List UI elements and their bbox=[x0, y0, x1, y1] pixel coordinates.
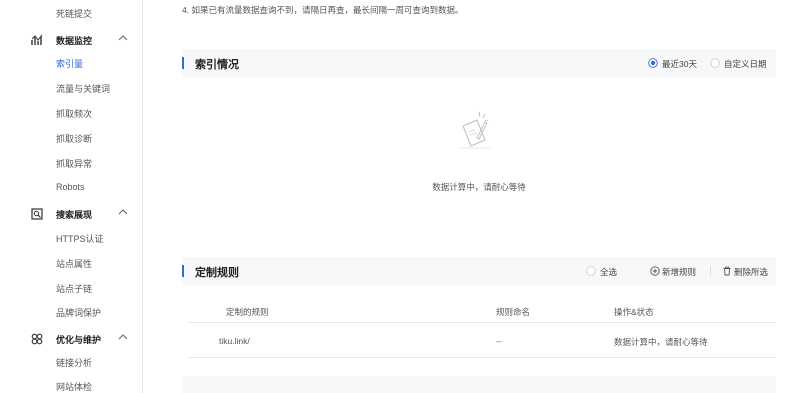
chart-icon bbox=[31, 34, 43, 45]
tip-text: 4. 如果已有流量数据查询不到，请隔日再查，最长间隔一周可查询到数据。 bbox=[182, 5, 464, 15]
next-panel-header bbox=[182, 376, 776, 393]
sidebar-group-label: 数据监控 bbox=[56, 36, 93, 46]
sidebar-item-crawl-diagnosis[interactable]: 抓取诊断 bbox=[56, 132, 92, 145]
sidebar-item-site-checkup[interactable]: 网站体检 bbox=[56, 380, 92, 393]
radio-custom-date[interactable] bbox=[710, 58, 720, 68]
sidebar-group-data-monitoring[interactable]: 数据监控 bbox=[0, 31, 142, 49]
add-circle-icon[interactable] bbox=[650, 266, 660, 276]
sidebar-item-site-attributes[interactable]: 站点属性 bbox=[56, 257, 92, 270]
chevron-up-icon[interactable] bbox=[118, 332, 128, 342]
action-divider bbox=[710, 266, 711, 276]
chevron-up-icon[interactable] bbox=[118, 33, 128, 43]
title-accent-bar bbox=[182, 57, 184, 69]
sidebar-item-link-analysis[interactable]: 链接分析 bbox=[56, 356, 92, 369]
empty-state-text: 数据计算中，请耐心等待 bbox=[432, 182, 526, 192]
sidebar-item-brand-protection[interactable]: 品牌词保护 bbox=[56, 306, 101, 319]
radio-custom-date-label[interactable]: 自定义日期 bbox=[724, 58, 767, 70]
rules-panel-header: 定制规则 全选 新增规则 删除所选 bbox=[182, 257, 776, 285]
rule-cell: tiku.link/ bbox=[219, 336, 250, 346]
table-divider bbox=[188, 357, 776, 358]
sidebar: 死链提交 数据监控 索引量 流量与关键词 抓取频次 抓取诊断 抓取异常 Robo… bbox=[0, 0, 143, 393]
sidebar-item-https-auth[interactable]: HTTPS认证 bbox=[56, 232, 104, 245]
delete-selected-button[interactable]: 删除所选 bbox=[734, 266, 768, 278]
radio-last-30-days[interactable] bbox=[648, 58, 658, 68]
index-panel-header: 索引情况 最近30天 自定义日期 bbox=[182, 49, 776, 77]
sidebar-item-robots[interactable]: Robots bbox=[56, 182, 85, 192]
radio-last-30-days-label[interactable]: 最近30天 bbox=[662, 58, 697, 70]
sidebar-item-crawl-errors[interactable]: 抓取异常 bbox=[56, 157, 92, 170]
sidebar-group-label: 搜索展现 bbox=[56, 210, 93, 220]
sidebar-item-traffic-keywords[interactable]: 流量与关键词 bbox=[56, 82, 110, 95]
select-all-label[interactable]: 全选 bbox=[600, 266, 617, 278]
rule-status-cell: 数据计算中，请耐心等待 bbox=[614, 337, 708, 347]
column-header-rule: 定制的规则 bbox=[226, 307, 269, 317]
index-panel-title: 索引情况 bbox=[195, 59, 239, 71]
column-header-actions: 操作&状态 bbox=[614, 307, 654, 317]
sidebar-group-optimize[interactable]: 优化与维护 bbox=[0, 330, 142, 348]
add-rule-button[interactable]: 新增规则 bbox=[662, 266, 696, 278]
sidebar-item-site-sublinks[interactable]: 站点子链 bbox=[56, 282, 92, 295]
sidebar-item-crawl-frequency[interactable]: 抓取频次 bbox=[56, 107, 92, 120]
rules-panel-title: 定制规则 bbox=[195, 267, 239, 279]
search-display-icon bbox=[31, 208, 43, 220]
sidebar-group-search-display[interactable]: 搜索展现 bbox=[0, 205, 142, 223]
rule-name-cell: -- bbox=[496, 336, 502, 346]
empty-data-icon bbox=[459, 111, 491, 149]
chevron-up-icon[interactable] bbox=[118, 207, 128, 217]
trash-icon[interactable] bbox=[722, 266, 732, 276]
select-all-checkbox[interactable] bbox=[586, 266, 596, 276]
column-header-name: 规则命名 bbox=[496, 307, 531, 317]
main-content: 4. 如果已有流量数据查询不到，请隔日再查，最长间隔一周可查询到数据。 索引情况… bbox=[142, 0, 799, 393]
sidebar-item-dead-link-submit[interactable]: 死链提交 bbox=[56, 7, 92, 20]
table-divider bbox=[188, 322, 776, 323]
title-accent-bar bbox=[182, 265, 184, 277]
sidebar-item-index-volume[interactable]: 索引量 bbox=[56, 57, 83, 70]
sidebar-group-label: 优化与维护 bbox=[56, 335, 102, 345]
optimize-icon bbox=[31, 333, 43, 345]
